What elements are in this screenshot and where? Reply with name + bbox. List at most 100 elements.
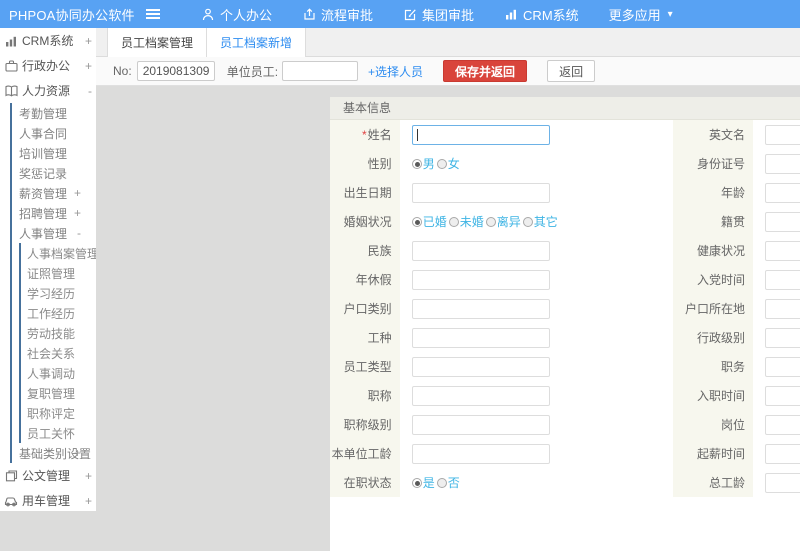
sidebar-item-11[interactable]: 证照管理 [0,263,96,283]
form-row: 婚姻状况已婚未婚离异其它 籍贯 [330,207,800,236]
sidebar-item-6[interactable]: 奖惩记录 [0,163,96,183]
no-input[interactable] [137,61,215,81]
sidebar-item-20[interactable]: 基础类别设置+ [0,443,96,463]
expand-icon[interactable]: + [74,206,81,220]
sidebar-item-label: 复职管理 [27,385,75,402]
sidebar-item-22[interactable]: 用车管理+ [0,488,96,511]
sidebar-item-19[interactable]: 员工关怀 [0,423,96,443]
hamburger-icon[interactable] [146,13,160,15]
radio-unchecked-icon[interactable] [449,217,459,227]
sidebar-item-0[interactable]: CRM系统 + [0,28,96,53]
form-row: 年休假入党时间 [330,265,800,294]
radio-unchecked-icon[interactable] [437,159,447,169]
sidebar-item-7[interactable]: 薪资管理+ [0,183,96,203]
radio-unchecked-icon[interactable] [437,478,447,488]
select-person-link[interactable]: +选择人员 [368,63,423,80]
field-label-text: 籍贯 [721,213,745,230]
radio-checked-icon[interactable] [412,217,422,227]
籍贯-input[interactable] [765,212,800,232]
sidebar-item-3[interactable]: 考勤管理 [0,103,96,123]
英文名-input[interactable] [765,125,800,145]
sidebar-item-17[interactable]: 复职管理 [0,383,96,403]
职称-input[interactable] [412,386,550,406]
行政级别-input[interactable] [765,328,800,348]
radio-option[interactable]: 是 [412,474,435,491]
岗位-input[interactable] [765,415,800,435]
sidebar-item-2[interactable]: 人力资源- [0,78,96,103]
起薪时间-input[interactable] [765,444,800,464]
nav-item-personal-office[interactable]: 个人办公 [186,0,287,28]
sidebar-item-1[interactable]: 行政办公 + [0,53,96,78]
radio-unchecked-icon[interactable] [523,217,533,227]
nav-item-group-approval[interactable]: 集团审批 [388,0,489,28]
form-row: 出生日期年龄 [330,178,800,207]
sidebar-item-5[interactable]: 培训管理 [0,143,96,163]
出生日期-input[interactable] [412,183,550,203]
sidebar-item-8[interactable]: 招聘管理+ [0,203,96,223]
nav-item-flow-approval[interactable]: 流程审批 [287,0,388,28]
radio-option[interactable]: 否 [437,474,460,491]
姓名-input[interactable] [412,125,550,145]
本单位工龄-input[interactable] [412,444,550,464]
save-and-return-button[interactable]: 保存并返回 [443,60,527,82]
radio-option[interactable]: 已婚 [412,213,447,230]
back-button[interactable]: 返回 [547,60,595,82]
员工类型-input[interactable] [412,357,550,377]
户口所在地-input[interactable] [765,299,800,319]
身份证号-input[interactable] [765,154,800,174]
nav-item-crm[interactable]: CRM系统 [489,0,594,28]
sidebar-item-10[interactable]: 人事档案管理 [0,243,96,263]
expand-icon[interactable]: + [74,446,81,460]
sidebar-item-12[interactable]: 学习经历 [0,283,96,303]
年休假-input[interactable] [412,270,550,290]
field-label: 婚姻状况 [330,207,400,236]
sidebar: CRM系统 + 行政办公 + 人力资源-考勤管理人事合同培训管理奖惩记录薪资管理+招聘管… [0,28,96,511]
radio-option[interactable]: 男 [412,155,435,172]
sidebar-item-15[interactable]: 社会关系 [0,343,96,363]
工种-input[interactable] [412,328,550,348]
sidebar-item-18[interactable]: 职称评定 [0,403,96,423]
健康状况-input[interactable] [765,241,800,261]
tab-employee-archive-management[interactable]: 员工档案管理 [107,28,207,57]
入职时间-input[interactable] [765,386,800,406]
入党时间-input[interactable] [765,270,800,290]
expand-icon[interactable]: + [85,59,92,73]
民族-input[interactable] [412,241,550,261]
radio-checked-icon[interactable] [412,159,422,169]
radio-unchecked-icon[interactable] [486,217,496,227]
field-value [755,183,800,203]
sidebar-item-label: 公文管理 [22,467,70,484]
sidebar-item-13[interactable]: 工作经历 [0,303,96,323]
sidebar-item-4[interactable]: 人事合同 [0,123,96,143]
sidebar-item-14[interactable]: 劳动技能 [0,323,96,343]
radio-option[interactable]: 其它 [523,213,558,230]
sidebar-item-21[interactable]: 公文管理 + [0,463,96,488]
职称级别-input[interactable] [412,415,550,435]
expand-icon[interactable]: + [74,186,81,200]
radio-option[interactable]: 女 [437,155,460,172]
expand-icon[interactable]: + [85,494,92,508]
总工龄-input[interactable] [765,473,800,493]
radio-option[interactable]: 离异 [486,213,521,230]
sidebar-item-label: CRM系统 [22,32,73,49]
年龄-input[interactable] [765,183,800,203]
collapse-icon[interactable]: - [88,84,92,98]
collapse-icon[interactable]: - [77,226,81,240]
field-value [402,357,674,377]
户口类别-input[interactable] [412,299,550,319]
expand-icon[interactable]: + [85,34,92,48]
职务-input[interactable] [765,357,800,377]
tab-employee-archive-new[interactable]: 员工档案新增 [207,28,306,57]
unit-employee-input[interactable] [282,61,358,81]
sidebar-item-16[interactable]: 人事调动 [0,363,96,383]
sidebar-item-label: 行政办公 [22,57,70,74]
form-row: 员工类型职务 [330,352,800,381]
radio-checked-icon[interactable] [412,478,422,488]
sidebar-item-9[interactable]: 人事管理- [0,223,96,243]
nav-item-more-apps[interactable]: 更多应用 ▾ [594,0,688,28]
expand-icon[interactable]: + [85,469,92,483]
radio-option[interactable]: 未婚 [449,213,484,230]
field-label: 职称 [330,381,400,410]
sidebar-item-label: 学习经历 [27,285,75,302]
content-area: 基本信息 *姓名英文名性别男女身份证号出生日期年龄婚姻状况已婚未婚离异其它籍贯民… [96,87,800,511]
